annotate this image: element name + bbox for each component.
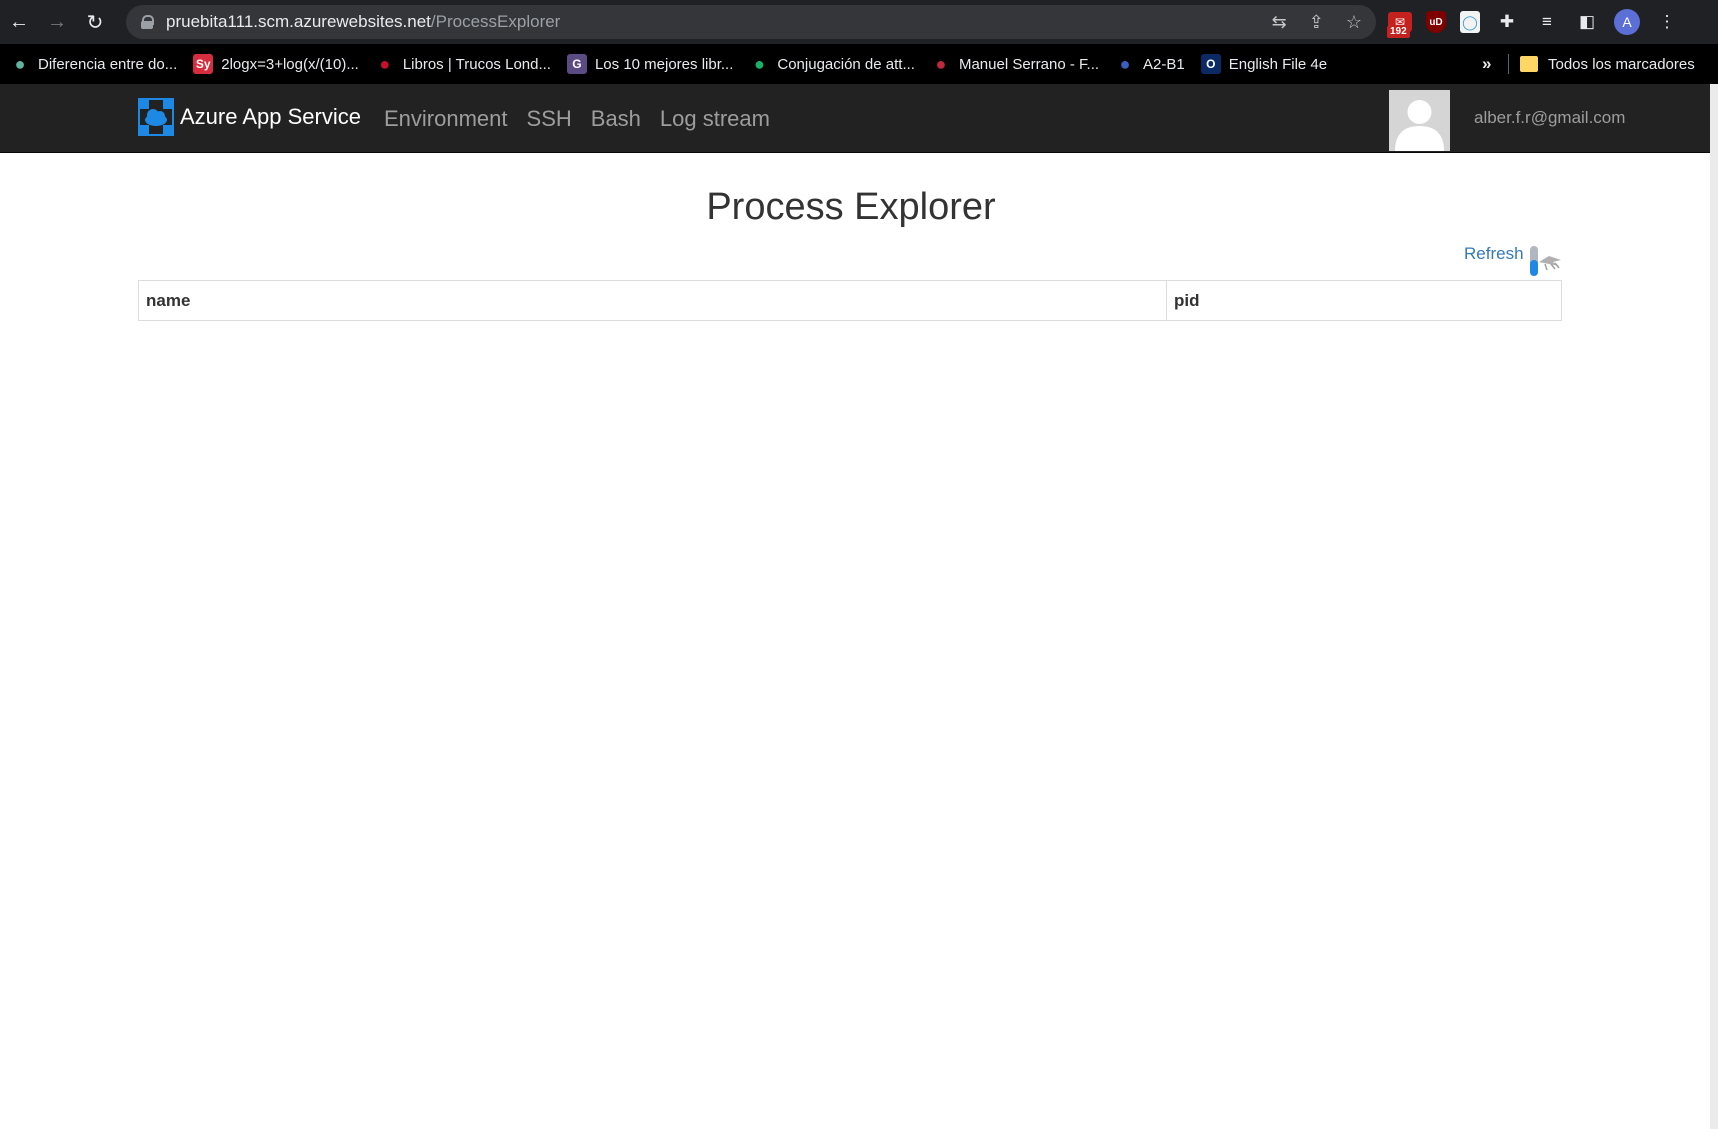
- side-panel-icon[interactable]: ◧: [1574, 9, 1600, 35]
- folder-icon: [1520, 56, 1538, 72]
- table-header-row: name pid: [138, 280, 1562, 321]
- g-icon: G: [566, 54, 587, 74]
- bookmark-item[interactable]: G Los 10 mejores libr...: [566, 44, 734, 84]
- column-header-pid[interactable]: pid: [1166, 280, 1562, 321]
- kudu-page: Azure App Service Environment SSH Bash L…: [0, 84, 1710, 1129]
- lock-icon[interactable]: [140, 15, 154, 29]
- oxford-icon: O: [1200, 54, 1221, 74]
- user-email: alber.f.r@gmail.com: [1474, 108, 1626, 127]
- symbolab-icon: Sy: [193, 54, 214, 74]
- brand-text: Azure App Service: [180, 104, 361, 129]
- kebab-menu-icon[interactable]: ⋮: [1654, 9, 1680, 35]
- bookmark-item[interactable]: ● A2-B1: [1115, 44, 1185, 84]
- signature-icon: ●: [935, 53, 947, 74]
- nav-link-bash[interactable]: Bash: [591, 106, 641, 132]
- bookmarks-overflow-button[interactable]: »: [1482, 44, 1491, 84]
- reload-icon[interactable]: ↻: [76, 0, 114, 44]
- brand-link[interactable]: Azure App Service: [138, 98, 361, 136]
- bookmark-item[interactable]: ● Conjugación de att...: [749, 44, 915, 84]
- page-title: Process Explorer: [706, 186, 996, 228]
- user-silhouette-icon: [1389, 90, 1450, 151]
- translate-icon[interactable]: ⇆: [1272, 12, 1287, 33]
- all-bookmarks-button[interactable]: Todos los marcadores: [1520, 44, 1695, 84]
- browser-toolbar: ← → ↻ pruebita111.scm.azurewebsites.net /…: [0, 0, 1718, 44]
- nav-links: Environment SSH Bash Log stream: [384, 84, 770, 153]
- bookmark-label: Libros | Trucos Lond...: [402, 55, 551, 73]
- bookmark-label: English File 4e: [1228, 55, 1328, 73]
- flag-icon: ●: [1119, 53, 1131, 74]
- forward-arrow-icon[interactable]: →: [38, 0, 76, 44]
- mail-count-badge: 192: [1387, 26, 1410, 38]
- bookmark-item[interactable]: ● Diferencia entre do...: [10, 44, 178, 84]
- bookmark-item[interactable]: ● Manuel Serrano - F...: [931, 44, 1100, 84]
- leaf-icon: ●: [14, 53, 26, 74]
- bookmark-label: Los 10 mejores libr...: [594, 55, 734, 73]
- bookmark-item[interactable]: Sy 2logx=3+log(x/(10)...: [193, 44, 359, 84]
- refresh-link[interactable]: Refresh: [1464, 244, 1524, 264]
- bookmark-star-icon[interactable]: ☆: [1346, 12, 1362, 33]
- nav-link-ssh[interactable]: SSH: [527, 106, 572, 132]
- navbar: Azure App Service Environment SSH Bash L…: [0, 84, 1710, 153]
- url-path: /ProcessExplorer: [430, 12, 561, 31]
- gmail-extension-icon[interactable]: ✉ 192: [1387, 12, 1412, 38]
- bookmark-label: A2-B1: [1143, 55, 1185, 73]
- bookmark-item[interactable]: ● Libros | Trucos Lond...: [375, 44, 551, 84]
- address-bar[interactable]: pruebita111.scm.azurewebsites.net/Proces…: [126, 5, 1376, 39]
- azure-app-service-logo-icon: [138, 98, 174, 136]
- reading-list-icon[interactable]: ≡: [1534, 9, 1560, 35]
- back-arrow-icon[interactable]: ←: [0, 0, 38, 44]
- bookmark-label: Manuel Serrano - F...: [958, 55, 1100, 73]
- extensions-puzzle-icon[interactable]: ✚: [1494, 9, 1520, 35]
- union-jack-icon: ●: [379, 53, 391, 74]
- all-bookmarks-label: Todos los marcadores: [1548, 55, 1695, 73]
- nav-link-log-stream[interactable]: Log stream: [660, 106, 770, 132]
- lightbulb-extension-icon[interactable]: ◯: [1460, 11, 1480, 33]
- scrollbar-track[interactable]: [1710, 84, 1718, 1129]
- bookmark-label: Conjugación de att...: [777, 55, 915, 73]
- process-table: name pid: [138, 280, 1562, 321]
- user-avatar[interactable]: [1389, 90, 1450, 151]
- green-bubble-icon: ●: [753, 53, 765, 74]
- auto-refresh-toggle-icon[interactable]: [1529, 244, 1563, 280]
- nav-link-environment[interactable]: Environment: [384, 106, 508, 132]
- bookmark-label: 2logx=3+log(x/(10)...: [221, 55, 359, 73]
- bookmarks-bar: ● Diferencia entre do... Sy 2logx=3+log(x/(…: [0, 44, 1718, 84]
- bookmark-label: Diferencia entre do...: [38, 55, 178, 73]
- bookmarks-divider: [1508, 54, 1509, 74]
- url-host: pruebita111.scm.azurewebsites.net: [166, 12, 431, 31]
- share-icon[interactable]: ⇪: [1309, 12, 1324, 33]
- ublock-extension-icon[interactable]: uD: [1426, 11, 1446, 33]
- profile-avatar[interactable]: A: [1614, 9, 1640, 35]
- column-header-name[interactable]: name: [138, 280, 1167, 321]
- bookmark-item[interactable]: O English File 4e: [1200, 44, 1328, 84]
